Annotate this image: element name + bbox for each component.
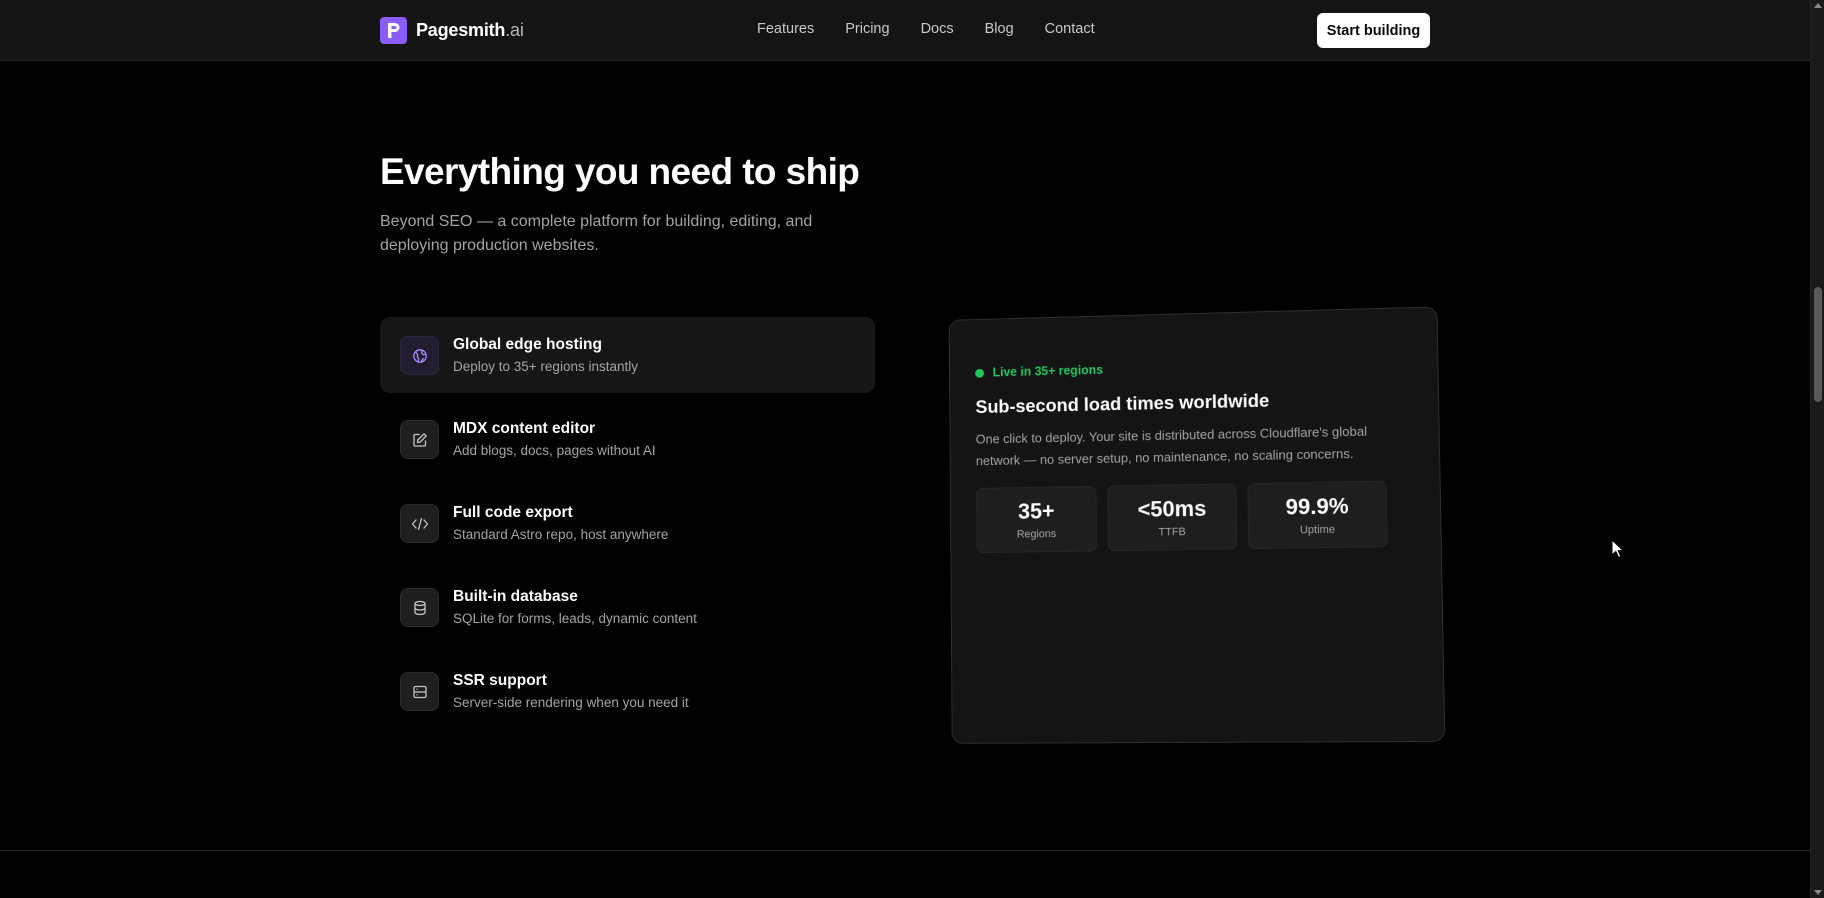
nav-link-blog[interactable]: Blog: [985, 21, 1014, 37]
feature-title: Full code export: [453, 504, 573, 521]
preview-title: Sub-second load times worldwide: [975, 389, 1270, 418]
nav-link-features[interactable]: Features: [757, 21, 814, 37]
nav-link-contact[interactable]: Contact: [1045, 21, 1095, 37]
scrollbar-thumb[interactable]: [1814, 287, 1822, 402]
nav-link-docs[interactable]: Docs: [921, 21, 954, 37]
feature-description: SQLite for forms, leads, dynamic content: [453, 611, 697, 626]
live-regions-badge: Live in 35+ regions: [975, 363, 1103, 380]
stat-value: 99.9%: [1285, 493, 1349, 520]
feature-preview-card: Live in 35+ regions Sub-second load time…: [948, 306, 1446, 744]
feature-title: Global edge hosting: [453, 336, 602, 353]
page-scrollbar[interactable]: [1810, 0, 1824, 898]
feature-title: MDX content editor: [453, 420, 596, 437]
live-badge-label: Live in 35+ regions: [992, 362, 1104, 380]
section-divider: [0, 850, 1810, 851]
stats-row: 35+ Regions <50ms TTFB 99.9% Uptime: [976, 480, 1388, 554]
globe-icon: [400, 336, 439, 375]
feature-description: Add blogs, docs, pages without AI: [453, 443, 656, 458]
nav-link-pricing[interactable]: Pricing: [845, 21, 889, 37]
preview-card-surface: Live in 35+ regions Sub-second load time…: [948, 306, 1446, 744]
feature-item-ssr-support[interactable]: SSR support Server-side rendering when y…: [380, 653, 875, 729]
stat-label: Uptime: [1299, 523, 1336, 537]
section-subtitle: Beyond SEO — a complete platform for bui…: [380, 213, 813, 254]
code-icon: [400, 504, 439, 543]
stat-regions: 35+ Regions: [976, 485, 1098, 554]
stat-label: TTFB: [1158, 526, 1186, 539]
server-icon: [400, 672, 439, 711]
brand-logo[interactable]: Pagesmith.ai: [380, 17, 524, 44]
nav-links: Features Pricing Docs Blog Contact: [757, 21, 1095, 37]
feature-description: Standard Astro repo, host anywhere: [453, 527, 669, 542]
feature-item-full-code-export[interactable]: Full code export Standard Astro repo, ho…: [380, 485, 875, 561]
stat-label: Regions: [1016, 528, 1057, 541]
brand-name: Pagesmith.ai: [416, 20, 524, 40]
feature-title: Built-in database: [453, 588, 578, 605]
stat-value: <50ms: [1137, 495, 1207, 522]
database-icon: [400, 588, 439, 627]
feature-description: Deploy to 35+ regions instantly: [453, 359, 638, 374]
start-building-button[interactable]: Start building: [1317, 13, 1430, 48]
stat-ttfb: <50ms TTFB: [1107, 483, 1238, 552]
scroll-down-arrow-icon[interactable]: [1814, 890, 1822, 895]
stat-value: 35+: [1017, 498, 1055, 524]
feature-item-mdx-content-editor[interactable]: MDX content editor Add blogs, docs, page…: [380, 401, 875, 477]
preview-description: One click to deploy. Your site is distri…: [975, 423, 1368, 469]
feature-list: Global edge hosting Deploy to 35+ region…: [380, 317, 875, 737]
top-navbar: Pagesmith.ai Features Pricing Docs Blog …: [0, 0, 1810, 61]
brand-mark-icon: [380, 17, 407, 44]
edit-icon: [400, 420, 439, 459]
feature-description: Server-side rendering when you need it: [453, 695, 689, 710]
feature-item-global-edge-hosting[interactable]: Global edge hosting Deploy to 35+ region…: [380, 317, 875, 393]
feature-title: SSR support: [453, 672, 547, 689]
mouse-cursor-icon: [1611, 539, 1625, 559]
live-status-dot-icon: [975, 368, 984, 378]
scroll-up-arrow-icon[interactable]: [1814, 3, 1822, 8]
feature-item-built-in-database[interactable]: Built-in database SQLite for forms, lead…: [380, 569, 875, 645]
stat-uptime: 99.9% Uptime: [1247, 480, 1388, 550]
section-title: Everything you need to ship: [380, 151, 860, 192]
